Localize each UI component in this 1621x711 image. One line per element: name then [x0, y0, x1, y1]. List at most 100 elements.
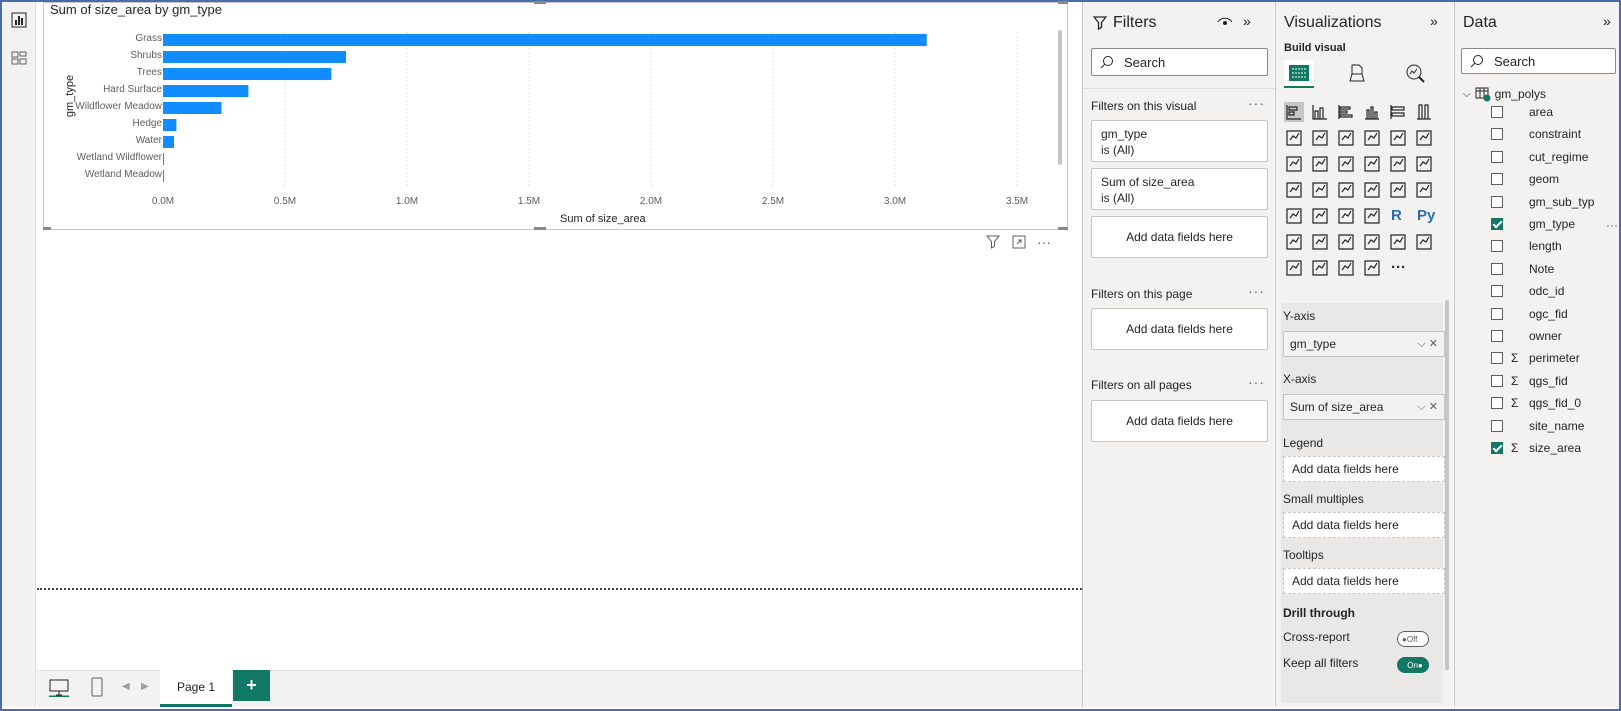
- data-field-row[interactable]: odc_id: [1491, 282, 1564, 300]
- bar-wildflower-meadow[interactable]: [163, 102, 222, 114]
- stacked-column-icon[interactable]: [1310, 102, 1330, 122]
- power-apps-icon[interactable]: [1284, 258, 1304, 278]
- data-field-row[interactable]: ogc_fid: [1491, 305, 1568, 323]
- paginated-icon[interactable]: [1388, 232, 1408, 252]
- gauge-icon[interactable]: [1362, 180, 1382, 200]
- key-influencers-icon[interactable]: [1284, 232, 1304, 252]
- bar-hard-surface[interactable]: [163, 85, 249, 97]
- metrics-icon[interactable]: [1414, 232, 1434, 252]
- data-field-row[interactable]: Σqgs_fid_0: [1491, 394, 1581, 412]
- 100-stacked-column-icon[interactable]: [1414, 102, 1434, 122]
- matrix-icon[interactable]: [1362, 206, 1382, 226]
- bar-wetland-wildflower[interactable]: [163, 153, 164, 165]
- field-checkbox[interactable]: [1491, 195, 1503, 208]
- filter-page-drop-zone[interactable]: Add data fields here: [1091, 308, 1268, 350]
- data-field-row[interactable]: Σsize_area: [1491, 439, 1581, 457]
- r-visual-icon[interactable]: R: [1391, 207, 1402, 224]
- data-field-row[interactable]: gm_sub_typ: [1491, 193, 1594, 211]
- data-search-input[interactable]: Search: [1461, 48, 1616, 74]
- stacked-area-icon[interactable]: [1336, 128, 1356, 148]
- report-view-icon[interactable]: [11, 12, 27, 28]
- bar-water[interactable]: [163, 136, 174, 148]
- field-checkbox[interactable]: [1491, 240, 1503, 253]
- desktop-layout-icon[interactable]: [49, 679, 69, 697]
- data-field-row[interactable]: cut_regime: [1491, 148, 1588, 166]
- pie-icon[interactable]: [1362, 154, 1382, 174]
- python-visual-icon[interactable]: Py: [1417, 207, 1435, 224]
- clustered-bar-icon[interactable]: [1336, 102, 1356, 122]
- slicer-icon[interactable]: [1310, 206, 1330, 226]
- table-icon[interactable]: [1336, 206, 1356, 226]
- area-icon[interactable]: [1310, 128, 1330, 148]
- field-checkbox[interactable]: [1491, 397, 1503, 410]
- field-checkbox[interactable]: [1491, 374, 1503, 387]
- waterfall-icon[interactable]: [1284, 154, 1304, 174]
- data-field-row[interactable]: area: [1491, 103, 1553, 121]
- build-visual-tab[interactable]: [1284, 60, 1314, 88]
- ribbon-icon[interactable]: [1414, 128, 1434, 148]
- filters-visual-more-icon[interactable]: ···: [1248, 95, 1265, 111]
- treemap-icon[interactable]: [1414, 154, 1434, 174]
- field-checkbox[interactable]: [1491, 173, 1503, 186]
- power-automate-icon[interactable]: [1310, 258, 1330, 278]
- scatter-icon[interactable]: [1336, 154, 1356, 174]
- field-more-icon[interactable]: ···: [1606, 218, 1618, 232]
- data-field-row[interactable]: constraint: [1491, 125, 1581, 143]
- filled-map-icon[interactable]: [1310, 180, 1330, 200]
- filter-card-gm-type[interactable]: gm_type is (All): [1091, 120, 1268, 162]
- data-field-row[interactable]: Σperimeter: [1491, 349, 1580, 367]
- stacked-bar-icon[interactable]: [1284, 102, 1304, 122]
- mobile-layout-icon[interactable]: [91, 677, 103, 697]
- analytics-icon[interactable]: [1404, 62, 1426, 84]
- field-checkbox[interactable]: [1491, 128, 1503, 141]
- 100-stacked-bar-icon[interactable]: [1388, 102, 1408, 122]
- data-field-row[interactable]: length: [1491, 237, 1562, 255]
- field-checkbox[interactable]: [1491, 419, 1503, 432]
- focus-mode-icon[interactable]: [1011, 234, 1027, 250]
- funnel-icon[interactable]: [1310, 154, 1330, 174]
- field-checkbox[interactable]: [1491, 106, 1503, 118]
- data-field-row[interactable]: owner: [1491, 327, 1562, 345]
- visual-scrollbar[interactable]: [1058, 30, 1062, 165]
- add-page-button[interactable]: +: [233, 670, 270, 701]
- bar-hedge[interactable]: [163, 119, 177, 131]
- filter-card-size-area[interactable]: Sum of size_area is (All): [1091, 168, 1268, 210]
- decomposition-tree-icon[interactable]: [1310, 232, 1330, 252]
- more-options-icon[interactable]: ···: [1037, 234, 1051, 250]
- viz-pane-scrollbar[interactable]: [1445, 300, 1449, 670]
- page-tab-1[interactable]: Page 1: [160, 670, 232, 707]
- map-icon[interactable]: [1284, 180, 1304, 200]
- field-checkbox[interactable]: [1491, 352, 1503, 365]
- field-checkbox[interactable]: [1491, 285, 1503, 298]
- data-field-row[interactable]: geom: [1491, 170, 1559, 188]
- collapse-viz-icon[interactable]: »: [1430, 13, 1438, 29]
- next-page-icon[interactable]: ▶: [141, 681, 149, 692]
- bar-wetland-meadow[interactable]: [163, 170, 164, 182]
- line-icon[interactable]: [1284, 128, 1304, 148]
- data-field-row[interactable]: gm_type: [1491, 215, 1575, 233]
- bar-trees[interactable]: [163, 68, 332, 80]
- qa-icon[interactable]: [1336, 232, 1356, 252]
- field-checkbox[interactable]: [1491, 150, 1503, 163]
- bar-grass[interactable]: [163, 34, 927, 46]
- line-clustered-column-icon[interactable]: [1362, 128, 1382, 148]
- card-icon[interactable]: [1388, 180, 1408, 200]
- donut-icon[interactable]: [1388, 154, 1408, 174]
- filter-visual-drop-zone[interactable]: Add data fields here: [1091, 216, 1268, 258]
- filters-search-input[interactable]: Search: [1091, 48, 1268, 76]
- field-checkbox[interactable]: [1491, 442, 1503, 454]
- field-checkbox[interactable]: [1491, 218, 1503, 230]
- line-stacked-column-icon[interactable]: [1388, 128, 1408, 148]
- filter-icon[interactable]: [985, 234, 1001, 250]
- data-field-row[interactable]: site_name: [1491, 417, 1584, 435]
- field-checkbox[interactable]: [1491, 307, 1503, 320]
- format-brush-icon[interactable]: [1346, 62, 1368, 84]
- filter-all-drop-zone[interactable]: Add data fields here: [1091, 400, 1268, 442]
- data-field-row[interactable]: Note: [1491, 260, 1554, 278]
- bar-shrubs[interactable]: [163, 51, 346, 63]
- model-view-icon[interactable]: [11, 50, 27, 66]
- shape-map-icon[interactable]: [1336, 258, 1356, 278]
- more-icon[interactable]: ···: [1391, 259, 1406, 276]
- smart-narrative-icon[interactable]: [1362, 232, 1382, 252]
- clustered-column-icon[interactable]: [1362, 102, 1382, 122]
